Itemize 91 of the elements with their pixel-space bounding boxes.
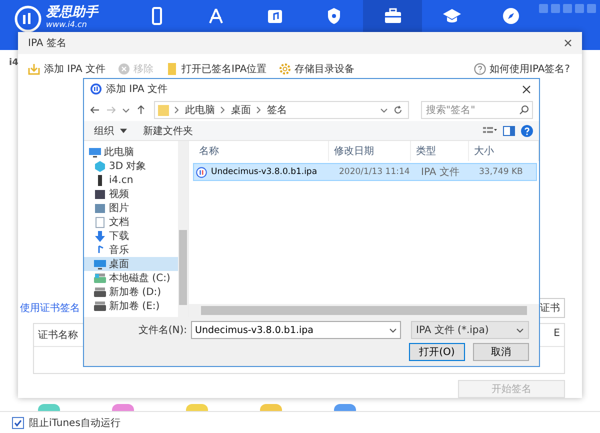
app-tile[interactable] (260, 404, 282, 411)
breadcrumb[interactable]: 此电脑 (185, 103, 215, 117)
file-type: IPA 文件 (420, 166, 460, 179)
breadcrumb[interactable]: 桌面 (231, 103, 251, 117)
new-folder-button[interactable]: 新建文件夹 (143, 124, 193, 138)
cancel-button[interactable]: 取消 (473, 343, 529, 361)
side-label: i4 (9, 58, 18, 68)
file-type-dropdown[interactable]: IPA 文件 (*.ipa) (411, 321, 529, 339)
toolbar-button[interactable]: 打开已签名IPA位置 (166, 62, 267, 76)
chevron-down-icon[interactable] (380, 106, 388, 114)
filename-label: 文件名(N): (138, 324, 187, 337)
ipa-file-icon (196, 166, 207, 178)
column-header[interactable]: 修改日期 (329, 141, 411, 161)
column-header[interactable]: 大小 (469, 141, 539, 161)
chevron-down-icon (389, 326, 397, 334)
nav-pane-item[interactable]: 桌面 (84, 257, 178, 271)
picture-icon (94, 202, 106, 214)
help-icon (474, 62, 486, 75)
monitor-icon (89, 146, 101, 158)
column-header: 证书名称 (38, 328, 78, 342)
chevron-down-icon (516, 326, 524, 334)
cube-icon (94, 160, 106, 172)
up-arrow-icon[interactable] (136, 105, 146, 115)
nav-pane-item[interactable]: 3D 对象 (84, 159, 178, 173)
address-bar[interactable]: 此电脑 桌面 签名 (154, 101, 409, 119)
toolbox-icon (382, 6, 402, 26)
file-name: Undecimus-v3.8.0.b1.ipa (211, 167, 318, 177)
drive-icon (94, 272, 106, 284)
preview-pane-icon[interactable] (503, 126, 515, 136)
caret-icon (120, 127, 127, 134)
remove-icon (118, 62, 130, 75)
chevron-right-icon (174, 106, 180, 114)
chevron-right-icon (220, 106, 226, 114)
download-icon (28, 62, 40, 75)
checkmark-icon (14, 418, 22, 426)
drive-icon (94, 286, 106, 298)
view-options-icon[interactable] (483, 126, 497, 136)
nav-pane-item[interactable]: 本地磁盘 (C:) (84, 271, 178, 285)
cert-sign-link[interactable]: 使用证书签名 (20, 300, 80, 315)
search-field[interactable]: 搜索"签名" (421, 101, 533, 119)
nav-pane-item[interactable]: i4.cn (84, 173, 178, 187)
compass-icon (500, 6, 520, 26)
drive-icon (94, 300, 106, 312)
down-arrow-icon (94, 230, 106, 242)
app-logo-icon (90, 83, 102, 95)
open-button[interactable]: 打开(O) (409, 343, 465, 361)
toolbar-button[interactable]: 存储目录设备 (278, 62, 355, 76)
chevron-down-icon[interactable] (122, 106, 130, 114)
chevron-right-icon (256, 106, 262, 114)
gear-icon (278, 62, 291, 75)
nav-pane-item[interactable]: 此电脑 (84, 145, 178, 159)
scrollbar[interactable] (189, 304, 539, 317)
app-tile[interactable] (38, 404, 60, 411)
toolbar-button[interactable]: 添加 IPA 文件 (28, 62, 106, 76)
nav-tab[interactable] (363, 0, 422, 32)
column-header[interactable]: 名称 (189, 141, 329, 161)
close-icon[interactable] (522, 84, 531, 94)
app-tile[interactable] (112, 404, 134, 411)
modified-date: 2020/1/13 11:14 (338, 167, 411, 177)
scrollbar[interactable] (178, 141, 188, 317)
logo-text: 爱思助手 (46, 5, 98, 20)
checkbox[interactable] (12, 416, 24, 428)
back-arrow-icon[interactable] (90, 105, 100, 115)
film-icon (94, 188, 106, 200)
file-size: 33,749 KB (478, 167, 524, 177)
nav-pane-item[interactable]: 图片 (84, 201, 178, 215)
nav-pane-item[interactable]: 新加卷 (E:) (84, 299, 178, 313)
checkbox-label: 阻止iTunes自动运行 (29, 416, 120, 430)
refresh-icon[interactable] (393, 105, 403, 115)
breadcrumb[interactable]: 签名 (267, 103, 287, 117)
app-tile[interactable] (334, 404, 356, 411)
window-title: IPA 签名 (28, 36, 66, 50)
website-text: www.i4.cn (46, 20, 88, 29)
nav-pane-item[interactable]: 音乐 (84, 243, 178, 257)
nav-pane-item[interactable]: 视频 (84, 187, 178, 201)
nav-pane-item[interactable]: 下载 (84, 229, 178, 243)
help-link[interactable]: 如何使用IPA签名? (474, 62, 570, 76)
dialog-title: 添加 IPA 文件 (106, 82, 168, 96)
search-icon (519, 105, 529, 115)
column-header: E (554, 328, 560, 341)
app-tile[interactable] (186, 404, 208, 411)
nav-pane-item[interactable]: 新加卷 (D:) (84, 285, 178, 299)
document-icon (94, 216, 106, 228)
help-icon[interactable] (521, 124, 533, 136)
monitor-icon (94, 258, 106, 270)
filename-field[interactable]: Undecimus-v3.8.0.b1.ipa (191, 321, 401, 339)
nav-pane-item[interactable]: 文档 (84, 215, 178, 229)
close-icon[interactable] (564, 38, 572, 47)
organize-menu[interactable]: 组织 (94, 124, 114, 138)
column-header[interactable]: 类型 (411, 141, 469, 161)
file-row[interactable]: Undecimus-v3.8.0.b1.ipa 2020/1/13 11:14 IPA 文件 33,749 KB (193, 163, 537, 181)
